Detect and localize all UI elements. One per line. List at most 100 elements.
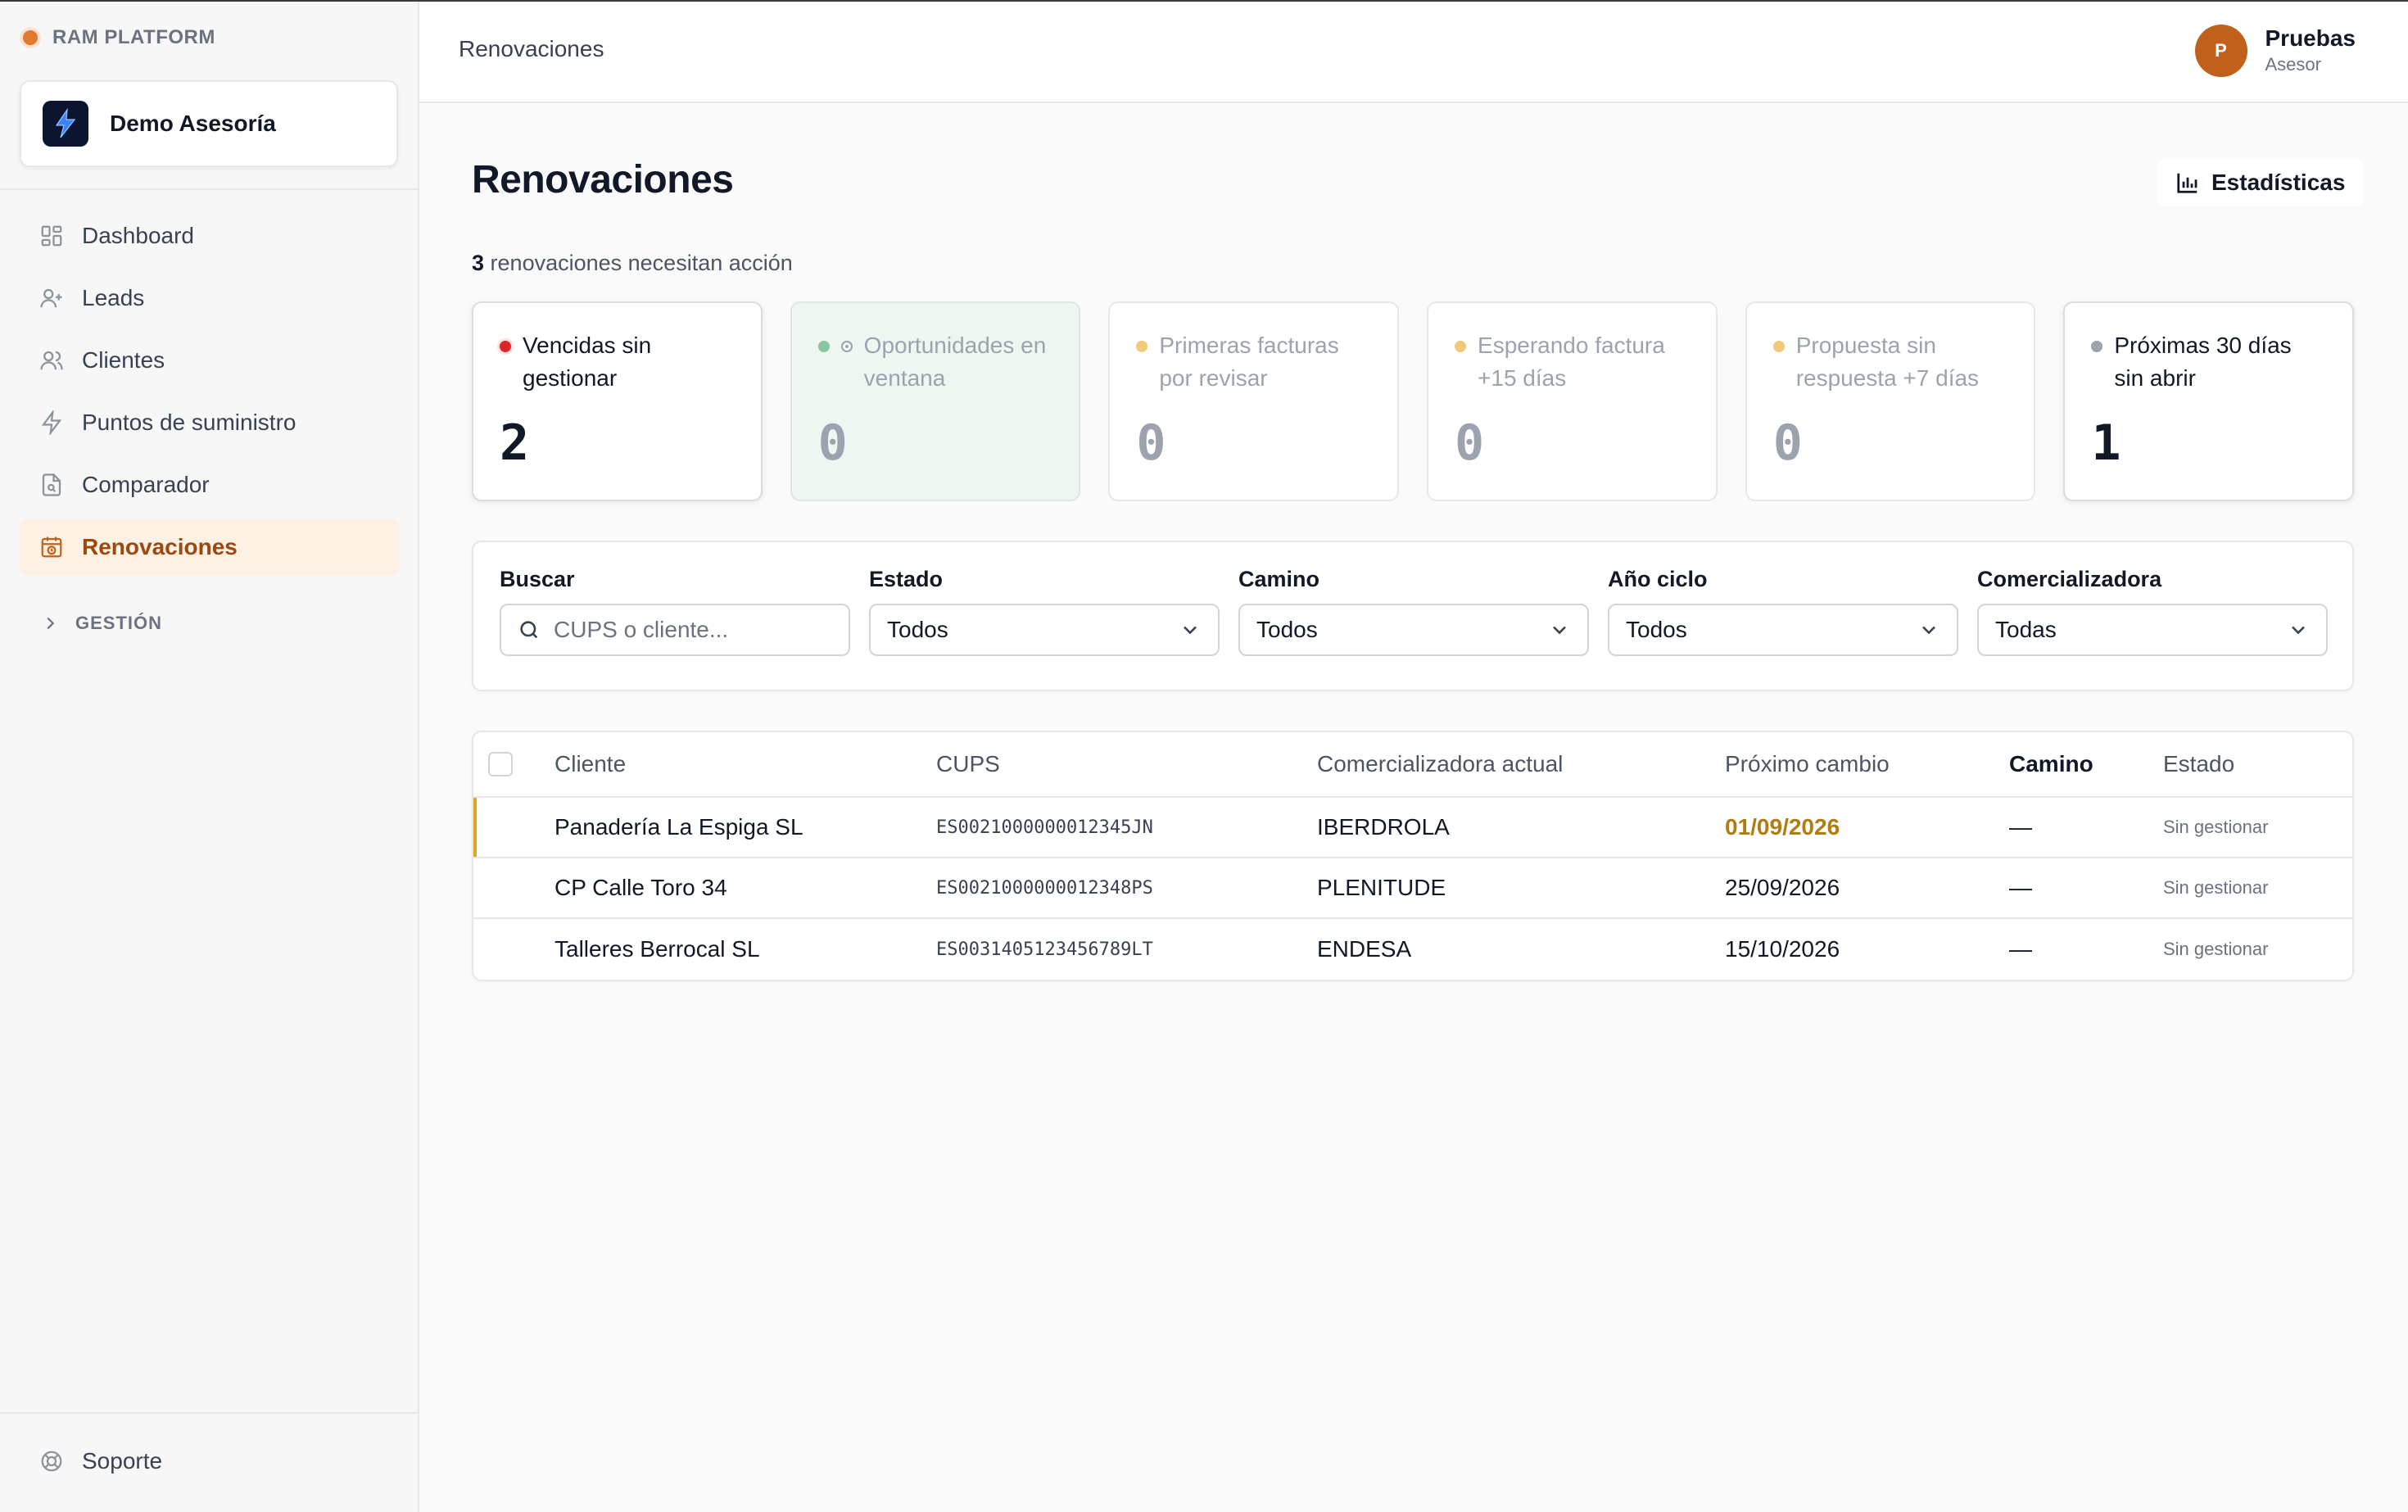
chevron-down-icon	[1922, 626, 1935, 635]
chevron-down-icon	[1184, 626, 1197, 635]
card-primeras-facturas[interactable]: Primeras facturas por revisar 0	[1108, 301, 1400, 501]
cell-camino: —	[2009, 936, 2032, 962]
status-dot-icon	[500, 341, 511, 352]
sidebar-item-label: Renovaciones	[82, 534, 238, 559]
comercializadora-select[interactable]: Todas	[1977, 604, 2328, 656]
card-label: Próximas 30 días sin abrir	[2114, 333, 2292, 391]
top-header: Renovaciones P Pruebas Asesor	[419, 2, 2408, 103]
card-oportunidades[interactable]: Oportunidades en ventana 0	[790, 301, 1081, 501]
column-header-camino[interactable]: Camino	[2009, 732, 2093, 796]
anio-ciclo-select[interactable]: Todos	[1608, 604, 1958, 656]
column-header-comercializadora[interactable]: Comercializadora actual	[1317, 732, 1563, 796]
estadisticas-button-label: Estadísticas	[2211, 170, 2346, 195]
card-value: 0	[817, 414, 848, 472]
sidebar-item-puntos-de-suministro[interactable]: Puntos de suministro	[20, 395, 400, 450]
status-cards: Vencidas sin gestionar 2 Oportunidades e…	[472, 301, 2355, 501]
card-label: Esperando factura +15 días	[1478, 333, 1665, 391]
cell-cliente: Talleres Berrocal SL	[554, 936, 760, 962]
cell-estado: Sin gestionar	[2163, 939, 2269, 959]
users-icon	[40, 351, 63, 370]
user-plus-icon	[40, 288, 62, 308]
select-value: Todos	[1256, 617, 1318, 642]
organization-logo-icon	[43, 101, 88, 147]
sidebar-item-label: Leads	[82, 285, 145, 310]
filter-label: Camino	[1238, 567, 1320, 591]
action-summary-text: renovaciones necesitan acción	[490, 251, 793, 275]
search-placeholder: CUPS o cliente...	[554, 617, 729, 642]
card-value: 2	[500, 414, 530, 472]
bar-chart-icon	[2177, 173, 2198, 193]
sidebar-group-gestion[interactable]: GESTIÓN	[41, 613, 162, 634]
action-summary-count: 3	[472, 251, 485, 275]
sidebar-item-leads[interactable]: Leads	[20, 270, 400, 326]
filter-comercializadora: Comercializadora Todas	[1977, 567, 2328, 656]
cell-cups: ES0031405123456789LT	[936, 939, 1153, 960]
cell-comercializadora: PLENITUDE	[1317, 875, 1446, 900]
page-title: Renovaciones	[472, 158, 734, 201]
status-dot-icon	[1455, 341, 1467, 352]
cell-comercializadora: IBERDROLA	[1317, 814, 1450, 840]
filter-label: Comercializadora	[1977, 567, 2162, 591]
calendar-clock-icon	[41, 536, 62, 558]
chevron-right-icon	[47, 617, 55, 630]
status-dot-icon	[1136, 341, 1148, 352]
status-dot-icon	[1772, 341, 1785, 352]
select-value: Todas	[1995, 617, 2057, 642]
sidebar-item-label: Clientes	[82, 347, 165, 373]
estadisticas-button[interactable]: Estadísticas	[2157, 159, 2364, 206]
column-header-cups[interactable]: CUPS	[936, 732, 1000, 796]
user-menu[interactable]: P Pruebas Asesor	[2194, 25, 2356, 77]
sidebar-item-clientes[interactable]: Clientes	[20, 333, 400, 388]
column-header-proximo-cambio[interactable]: Próximo cambio	[1725, 732, 1890, 796]
sidebar-bottom-divider	[0, 1412, 418, 1414]
sidebar-item-dashboard[interactable]: Dashboard	[20, 208, 400, 264]
table-row[interactable]: Panadería La Espiga SL ES002100000001234…	[473, 798, 2352, 858]
filter-anio-ciclo: Año ciclo Todos	[1608, 567, 1958, 656]
cell-estado: Sin gestionar	[2163, 877, 2269, 898]
card-label: Primeras facturas por revisar	[1159, 333, 1339, 391]
card-esperando-factura[interactable]: Esperando factura +15 días 0	[1427, 301, 1718, 501]
cell-proximo-cambio: 01/09/2026	[1725, 814, 1840, 840]
card-value: 0	[1455, 414, 1485, 472]
cell-camino: —	[2009, 814, 2032, 840]
table-row[interactable]: Talleres Berrocal SL ES0031405123456789L…	[473, 919, 2352, 980]
cell-proximo-cambio: 25/09/2026	[1725, 875, 1840, 900]
search-input[interactable]: CUPS o cliente...	[500, 604, 850, 656]
filter-estado: Estado Todos	[869, 567, 1220, 656]
avatar: P	[2194, 25, 2247, 77]
filters-panel: Buscar CUPS o cliente... Estado Todos Ca…	[472, 541, 2354, 691]
sidebar-item-renovaciones[interactable]: Renovaciones	[20, 519, 400, 575]
cell-proximo-cambio: 15/10/2026	[1725, 936, 1840, 962]
card-label: Oportunidades en ventana	[863, 333, 1047, 391]
estado-select[interactable]: Todos	[869, 604, 1220, 656]
table-header: Cliente CUPS Comercializadora actual Pró…	[473, 732, 2352, 798]
sidebar-nav: Dashboard Leads Clientes Puntos de sumin…	[20, 208, 400, 582]
header-title: Renovaciones	[459, 36, 604, 61]
filter-label: Estado	[869, 567, 944, 591]
cell-comercializadora: ENDESA	[1317, 936, 1412, 962]
filter-buscar: Buscar CUPS o cliente...	[500, 567, 850, 656]
document-search-icon	[42, 473, 61, 496]
column-header-estado[interactable]: Estado	[2163, 732, 2234, 796]
sidebar-item-label: Dashboard	[82, 223, 194, 248]
brand-name: RAM PLATFORM	[52, 26, 215, 48]
organization-switcher[interactable]: Demo Asesoría	[20, 80, 398, 167]
sidebar-item-label: Puntos de suministro	[82, 410, 296, 435]
card-vencidas[interactable]: Vencidas sin gestionar 2	[472, 301, 763, 501]
table-row[interactable]: CP Calle Toro 34 ES0021000000012348PS PL…	[473, 858, 2352, 919]
sidebar: RAM PLATFORM Demo Asesoría Dashboard Lea…	[0, 2, 419, 1512]
sidebar-item-comparador[interactable]: Comparador	[20, 457, 400, 513]
search-icon	[520, 621, 538, 639]
user-role: Asesor	[2265, 54, 2321, 75]
select-all-checkbox[interactable]	[488, 732, 513, 796]
status-dot-icon	[2091, 341, 2103, 352]
card-proximas-30-dias[interactable]: Próximas 30 días sin abrir 1	[2063, 301, 2355, 501]
renovaciones-table: Cliente CUPS Comercializadora actual Pró…	[472, 731, 2354, 981]
card-propuesta-sin-respuesta[interactable]: Propuesta sin respuesta +7 días 0	[1745, 301, 2036, 501]
column-header-cliente[interactable]: Cliente	[554, 732, 626, 796]
sidebar-item-soporte[interactable]: Soporte	[39, 1448, 162, 1474]
camino-select[interactable]: Todos	[1238, 604, 1589, 656]
card-label: Vencidas sin gestionar	[523, 333, 652, 391]
card-value: 1	[2091, 414, 2121, 472]
user-name: Pruebas	[2265, 25, 2356, 51]
